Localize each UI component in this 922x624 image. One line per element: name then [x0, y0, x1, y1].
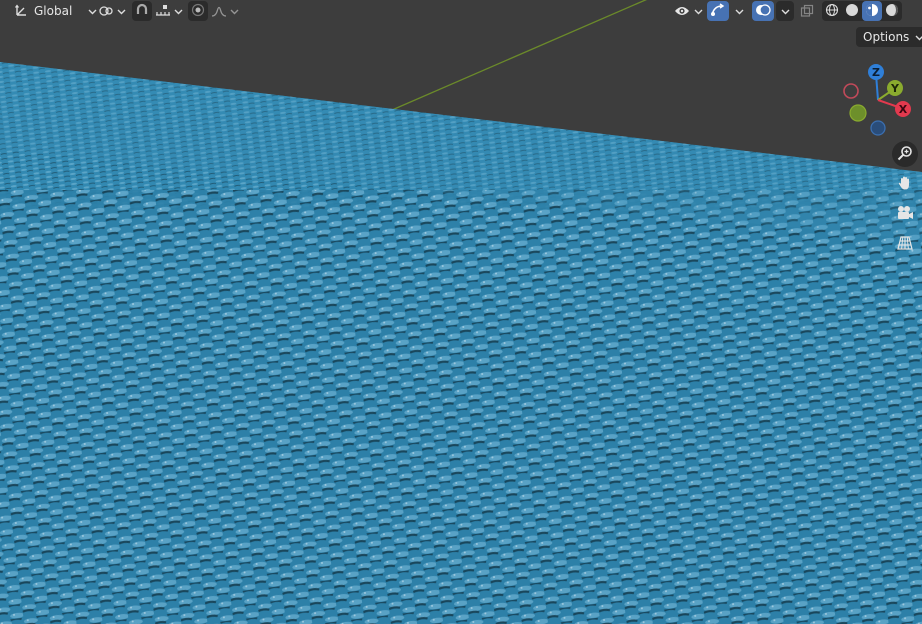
navigation-gizmo[interactable]: Z Y X: [838, 60, 922, 136]
shading-mode-group: [822, 1, 902, 21]
eye-icon: [672, 1, 692, 21]
proportional-edit-button[interactable]: [188, 1, 208, 21]
options-label: Options: [863, 30, 910, 44]
shading-solid-button[interactable]: [842, 1, 862, 21]
transform-orientation-dropdown[interactable]: Global: [12, 1, 98, 21]
snap-target-dropdown[interactable]: [154, 1, 184, 21]
solid-shading-icon: [845, 3, 859, 20]
snap-toggle-button[interactable]: [132, 1, 152, 21]
visibility-dropdown[interactable]: [672, 1, 704, 21]
rendered-shading-icon: [885, 3, 899, 20]
hand-icon: [897, 175, 913, 194]
proportional-editing-group: [188, 1, 240, 21]
zoom-button[interactable]: [892, 141, 918, 167]
viewport-header: Global: [0, 0, 922, 22]
perspective-grid-icon: [897, 235, 913, 254]
chevron-down-icon: [115, 1, 127, 21]
camera-view-button[interactable]: [892, 201, 918, 227]
options-dropdown[interactable]: Options: [856, 27, 922, 47]
pivot-point-icon: [97, 1, 115, 21]
snap-magnet-icon: [135, 3, 149, 20]
falloff-curve-icon: [210, 1, 228, 21]
overlays-icon: [755, 3, 771, 20]
snapping-group: [132, 1, 184, 21]
chevron-down-icon: [692, 1, 704, 21]
shading-rendered-button[interactable]: [882, 1, 902, 21]
overlays-toggle-button[interactable]: [752, 1, 774, 21]
material-preview-shading-icon: [865, 3, 879, 20]
overlays-dropdown[interactable]: [776, 1, 794, 21]
gizmos-dropdown[interactable]: [733, 1, 745, 21]
falloff-dropdown[interactable]: [210, 1, 240, 21]
y-axis-label: Y: [890, 82, 900, 95]
x-axis-label: X: [899, 103, 908, 116]
3d-viewport[interactable]: [0, 0, 922, 624]
xray-icon: [798, 1, 816, 21]
perspective-toggle-button[interactable]: [892, 231, 918, 257]
pan-button[interactable]: [892, 171, 918, 197]
transform-orientation-label: Global: [34, 4, 73, 18]
gizmos-group: [707, 1, 745, 21]
chevron-down-icon: [172, 1, 184, 21]
orientation-axes-icon: [12, 1, 30, 21]
snap-increment-icon: [154, 1, 172, 21]
camera-icon: [896, 205, 914, 224]
chevron-down-icon: [915, 27, 922, 47]
negative-y-axis-handle: [849, 104, 867, 122]
zoom-icon: [897, 145, 913, 164]
overlays-group: [752, 1, 794, 21]
gizmo-icon: [710, 2, 726, 20]
gizmos-toggle-button[interactable]: [707, 1, 729, 21]
chevron-down-icon: [228, 1, 240, 21]
negative-x-axis-handle: [843, 83, 859, 99]
negative-z-axis-handle: [870, 120, 886, 136]
z-axis-label: Z: [872, 66, 880, 79]
pivot-point-dropdown[interactable]: [97, 1, 127, 21]
shading-wireframe-button[interactable]: [822, 1, 842, 21]
wireframe-shading-icon: [825, 3, 839, 20]
shading-material-preview-button[interactable]: [862, 1, 882, 21]
xray-toggle-button[interactable]: [798, 1, 816, 21]
proportional-edit-icon: [191, 3, 205, 20]
